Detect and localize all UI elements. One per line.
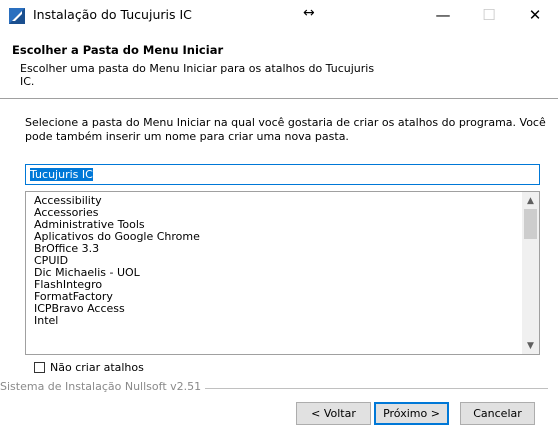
folder-list-item[interactable]: Intel [34, 315, 514, 327]
minimize-icon: — [435, 6, 451, 24]
folder-name-value: Tucujuris IC [30, 168, 93, 181]
resize-cursor-icon: ↔ [303, 5, 315, 21]
page-title: Escolher a Pasta do Menu Iniciar [12, 43, 224, 57]
header-divider [0, 98, 558, 99]
instructions-text: Selecione a pasta do Menu Iniciar na qua… [25, 116, 546, 143]
folder-name-input[interactable]: Tucujuris IC [25, 164, 540, 185]
page-header: Escolher a Pasta do Menu Iniciar Escolhe… [0, 30, 558, 98]
installer-icon [9, 8, 25, 24]
chevron-up-icon: ▲ [527, 195, 534, 206]
page-subtitle: Escolher uma pasta do Menu Iniciar para … [20, 62, 375, 88]
no-shortcuts-checkbox[interactable] [34, 361, 45, 373]
minimize-button[interactable]: — [420, 0, 466, 30]
close-button[interactable]: ✕ [512, 0, 558, 30]
no-shortcuts-option[interactable]: Não criar atalhos [34, 360, 144, 374]
scroll-up-button[interactable]: ▲ [522, 192, 539, 209]
close-icon: ✕ [528, 6, 542, 24]
folder-list-item[interactable]: BrOffice 3.3 [34, 243, 514, 255]
folder-list-item[interactable]: ICPBravo Access [34, 303, 514, 315]
window-title: Instalação do Tucujuris IC [33, 7, 192, 22]
maximize-button: ☐ [466, 0, 512, 30]
scroll-down-button[interactable]: ▼ [522, 337, 539, 354]
list-scrollbar[interactable]: ▲ ▼ [522, 192, 539, 354]
title-bar: Instalação do Tucujuris IC ↔ — ☐ ✕ [0, 0, 558, 30]
no-shortcuts-label: Não criar atalhos [50, 360, 144, 374]
folder-list-items: Accessibility Accessories Administrative T… [34, 195, 514, 327]
back-button[interactable]: < Voltar [296, 402, 371, 425]
scroll-thumb[interactable] [524, 209, 537, 239]
installer-branding: Sistema de Instalação Nullsoft v2.51 [0, 380, 206, 393]
chevron-down-icon: ▼ [527, 340, 534, 351]
cancel-button[interactable]: Cancelar [460, 402, 535, 425]
folder-list-item[interactable]: Dic Michaelis - UOL [34, 267, 514, 279]
maximize-icon: ☐ [482, 6, 496, 24]
start-menu-folder-list[interactable]: Accessibility Accessories Administrative T… [25, 191, 540, 355]
folder-list-item[interactable]: Aplicativos do Google Chrome [34, 231, 514, 243]
next-button[interactable]: Próximo > [374, 402, 449, 425]
folder-list-item[interactable]: Accessibility [34, 195, 514, 207]
